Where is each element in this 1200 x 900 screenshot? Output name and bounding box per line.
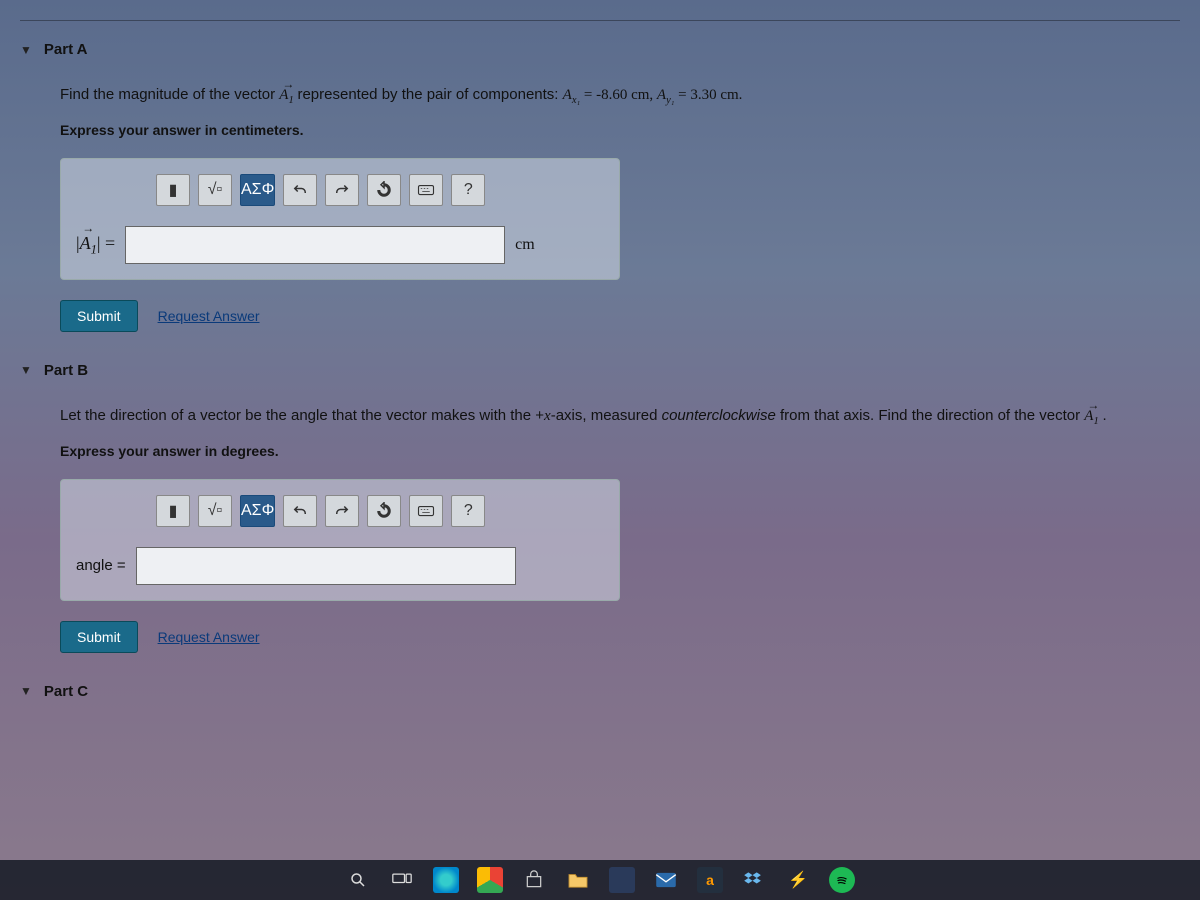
part-b-request-answer-link[interactable]: Request Answer	[158, 629, 260, 645]
task-view-icon[interactable]	[389, 867, 415, 893]
reset-icon	[375, 502, 393, 520]
edge-icon[interactable]	[433, 867, 459, 893]
part-a-request-answer-link[interactable]: Request Answer	[158, 308, 260, 324]
chrome-icon[interactable]	[477, 867, 503, 893]
keyboard-button[interactable]	[409, 174, 443, 206]
search-icon[interactable]	[345, 867, 371, 893]
part-c-section: ▼ Part C	[20, 683, 1180, 700]
mail-icon[interactable]	[653, 867, 679, 893]
reset-button[interactable]	[367, 495, 401, 527]
greek-button[interactable]: ΑΣΦ	[240, 174, 275, 206]
greek-button[interactable]: ΑΣΦ	[240, 495, 275, 527]
part-b-input[interactable]	[136, 547, 516, 585]
part-b-header[interactable]: ▼ Part B	[20, 362, 1180, 379]
templates-button[interactable]: ▮	[156, 174, 190, 206]
part-a-unit: cm	[515, 236, 535, 254]
part-a-prompt: Find the magnitude of the vector → A1 re…	[60, 83, 1180, 110]
part-b-submit-button[interactable]: Submit	[60, 621, 138, 653]
keyboard-icon	[417, 502, 435, 520]
spotify-icon[interactable]	[829, 867, 855, 893]
part-a-section: ▼ Part A Find the magnitude of the vecto…	[20, 41, 1180, 332]
part-c-title: Part C	[44, 683, 88, 700]
reset-icon	[375, 181, 393, 199]
dropbox-icon[interactable]	[741, 867, 767, 893]
part-a-instruction: Express your answer in centimeters.	[60, 122, 1180, 138]
keyboard-button[interactable]	[409, 495, 443, 527]
fraction-root-button[interactable]: √▫	[198, 174, 232, 206]
caret-down-icon: ▼	[20, 684, 32, 698]
redo-button[interactable]	[325, 174, 359, 206]
part-a-answer-box: ▮ √▫ ΑΣΦ ? |→A1| =	[60, 158, 620, 280]
app-icon[interactable]	[609, 867, 635, 893]
undo-icon	[291, 181, 309, 199]
undo-button[interactable]	[283, 495, 317, 527]
undo-icon	[291, 502, 309, 520]
part-a-header[interactable]: ▼ Part A	[20, 41, 1180, 58]
help-button[interactable]: ?	[451, 495, 485, 527]
store-icon[interactable]	[521, 867, 547, 893]
part-b-section: ▼ Part B Let the direction of a vector b…	[20, 362, 1180, 653]
part-a-input[interactable]	[125, 226, 505, 264]
file-explorer-icon[interactable]	[565, 867, 591, 893]
reset-button[interactable]	[367, 174, 401, 206]
redo-icon	[333, 502, 351, 520]
redo-icon	[333, 181, 351, 199]
redo-button[interactable]	[325, 495, 359, 527]
part-b-prompt: Let the direction of a vector be the ang…	[60, 404, 1180, 431]
part-c-header[interactable]: ▼ Part C	[20, 683, 1180, 700]
part-b-answer-box: ▮ √▫ ΑΣΦ ? angle =	[60, 479, 620, 601]
fraction-root-button[interactable]: √▫	[198, 495, 232, 527]
part-a-lhs: |→A1| =	[76, 233, 115, 258]
part-b-lhs: angle =	[76, 557, 126, 574]
part-a-submit-button[interactable]: Submit	[60, 300, 138, 332]
templates-button[interactable]: ▮	[156, 495, 190, 527]
undo-button[interactable]	[283, 174, 317, 206]
part-a-toolbar: ▮ √▫ ΑΣΦ ?	[156, 174, 604, 206]
caret-down-icon: ▼	[20, 363, 32, 377]
windows-taskbar: a ⚡	[0, 860, 1200, 900]
lightning-icon[interactable]: ⚡	[785, 867, 811, 893]
caret-down-icon: ▼	[20, 43, 32, 57]
vector-a1-b: → A1	[1084, 408, 1102, 424]
part-b-toolbar: ▮ √▫ ΑΣΦ ?	[156, 495, 604, 527]
part-a-title: Part A	[44, 41, 88, 58]
amazon-icon[interactable]: a	[697, 867, 723, 893]
help-button[interactable]: ?	[451, 174, 485, 206]
part-b-instruction: Express your answer in degrees.	[60, 443, 1180, 459]
part-b-title: Part B	[44, 362, 88, 379]
keyboard-icon	[417, 181, 435, 199]
vector-a1: → A1	[279, 87, 297, 103]
